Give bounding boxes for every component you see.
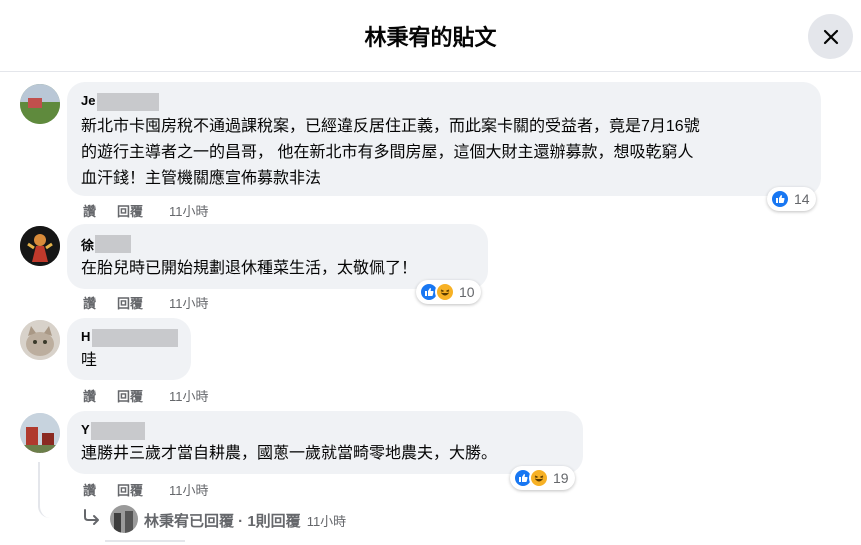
reaction-summary[interactable]: 19 [510,466,575,490]
reaction-summary[interactable]: 10 [416,280,481,304]
avatar-photo-icon [20,226,60,266]
redacted-name [92,329,178,347]
reply-button[interactable]: 回覆 [117,480,143,499]
like-button[interactable]: 讚 [83,201,96,220]
avatar[interactable] [20,226,60,266]
comment-bubble: Je 新北市卡囤房稅不通過課稅案，已經違反居住正義，而此案卡關的受益者，竟是7月… [67,82,821,196]
reply-button[interactable]: 回覆 [117,293,143,312]
reaction-count: 10 [459,284,475,300]
comment-timestamp[interactable]: 11小時 [169,201,209,220]
avatar[interactable] [20,413,60,453]
comment-text-line: 的遊行主導者之一的昌哥， 他在新北市有多間房屋，這個大財主還辦募款，想吸乾窮人 [81,144,694,161]
cat-avatar-icon [20,320,60,360]
comment-text-line: 連勝井三歲才當自耕農，國蔥一歲就當畸零地農夫，大勝。 [81,445,498,462]
redacted-name [97,93,159,111]
comment-text-line: 血汗錢！主管機關應宣佈募款非法 [81,170,322,187]
comment-text-line: 哇 [81,352,98,369]
like-icon [770,189,790,209]
like-button[interactable]: 讚 [83,480,96,499]
reply-button[interactable]: 回覆 [117,201,143,220]
reaction-count: 14 [794,191,810,207]
comment-author[interactable]: H [81,329,90,344]
haha-icon [529,468,549,488]
comment-timestamp[interactable]: 11小時 [169,480,209,499]
like-button[interactable]: 讚 [83,293,96,312]
reply-button[interactable]: 回覆 [117,386,143,405]
dialog-title: 林秉宥的貼文 [364,25,497,50]
comment-author[interactable]: Y [81,422,90,437]
like-button[interactable]: 讚 [83,386,96,405]
haha-icon [435,282,455,302]
comment-text-line: 新北市卡囤房稅不通過課稅案，已經違反居住正義，而此案卡關的受益者，竟是7月16號 [81,118,700,135]
comment-timestamp[interactable]: 11小時 [169,386,209,405]
divider [105,540,185,542]
reply-timestamp: 11小時 [306,514,347,529]
comment-bubble: H 哇 [67,318,191,380]
comment-text-line: 在胎兒時已開始規劃退休種菜生活，太敬佩了！ [81,260,418,277]
post-dialog-header: 林秉宥的貼文 [0,0,861,72]
redacted-name [95,235,131,253]
avatar[interactable] [20,320,60,360]
reply-summary: 林秉宥已回覆 · 1則回覆 [144,513,301,530]
avatar[interactable] [20,84,60,124]
reply-arrow-icon [84,509,99,525]
comment-bubble: Y 連勝井三歲才當自耕農，國蔥一歲就當畸零地農夫，大勝。 [67,411,583,474]
comment-author[interactable]: 徐 [81,235,94,254]
redacted-name [91,422,145,440]
close-button[interactable] [808,14,853,59]
replier-avatar [110,505,138,533]
avatar-photo-icon [20,413,60,453]
thread-connector [38,462,82,518]
close-icon [823,29,838,44]
reaction-count: 19 [553,470,569,486]
reaction-summary[interactable]: 14 [767,187,816,211]
avatar-photo-icon [20,84,60,124]
avatar-photo-icon [110,505,138,533]
comment-author[interactable]: Je [81,93,95,108]
comment-timestamp[interactable]: 11小時 [169,293,209,312]
